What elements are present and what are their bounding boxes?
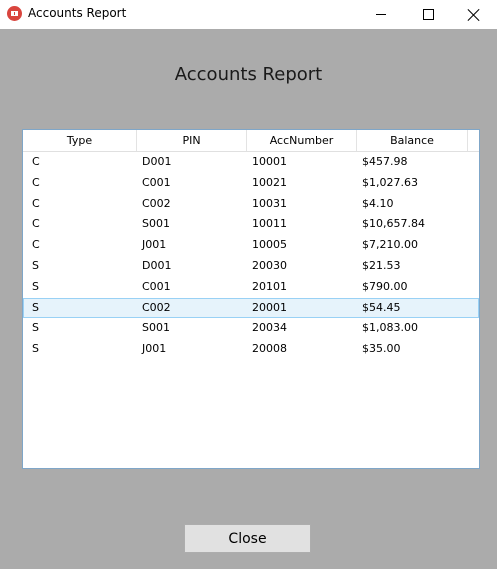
accounts-report-window: Accounts Report Accounts Report Type PIN… [0, 0, 497, 569]
column-header-type[interactable]: Type [23, 130, 137, 151]
cell-accnumber: 20034 [252, 321, 287, 335]
cell-balance: $54.45 [362, 300, 401, 314]
cell-accnumber: 20008 [252, 342, 287, 356]
table-row[interactable]: C J001 10005 $7,210.00 [23, 235, 479, 256]
cell-type: S [32, 321, 39, 335]
grid-rows: C D001 10001 $457.98 C C001 10021 $1,027.63 C C00… [23, 152, 479, 360]
cell-type: C [32, 196, 40, 210]
close-button[interactable]: Close [184, 524, 311, 553]
cell-balance: $21.53 [362, 258, 401, 272]
cell-accnumber: 10011 [252, 217, 287, 231]
table-row[interactable]: S C001 20101 $790.00 [23, 277, 479, 298]
maximize-button[interactable] [405, 0, 451, 29]
table-row[interactable]: C C001 10021 $1,027.63 [23, 173, 479, 194]
close-window-button[interactable] [451, 0, 497, 29]
cell-balance: $10,657.84 [362, 217, 425, 231]
cell-accnumber: 10021 [252, 175, 287, 189]
cell-balance: $4.10 [362, 196, 394, 210]
cell-accnumber: 10001 [252, 155, 287, 168]
cell-balance: $790.00 [362, 279, 408, 293]
cell-accnumber: 10031 [252, 196, 287, 210]
cell-balance: $35.00 [362, 342, 401, 356]
cell-pin: C002 [142, 300, 171, 314]
cell-type: S [32, 342, 39, 356]
cell-accnumber: 20101 [252, 279, 287, 293]
cell-pin: J001 [142, 238, 167, 252]
cell-pin: S001 [142, 321, 170, 335]
table-row[interactable]: C S001 10011 $10,657.84 [23, 214, 479, 235]
cell-balance: $7,210.00 [362, 238, 418, 252]
maximize-icon [422, 9, 434, 20]
cell-pin: S001 [142, 217, 170, 231]
cell-balance: $457.98 [362, 155, 408, 168]
cell-pin: C001 [142, 175, 171, 189]
table-row[interactable]: S C002 20001 $54.45 [23, 297, 479, 319]
cell-accnumber: 20030 [252, 258, 287, 272]
app-grid-icon [7, 6, 22, 21]
cell-type: S [32, 279, 39, 293]
accounts-grid[interactable]: Type PIN AccNumber Balance C D001 10001 $45… [22, 129, 480, 469]
minimize-button[interactable] [358, 0, 404, 29]
table-row[interactable]: C C002 10031 $4.10 [23, 194, 479, 215]
cell-pin: J001 [142, 342, 167, 356]
close-icon [468, 9, 480, 21]
cell-type: S [32, 258, 39, 272]
table-row[interactable]: S S001 20034 $1,083.00 [23, 318, 479, 339]
table-row[interactable]: S J001 20008 $35.00 [23, 339, 479, 360]
cell-pin: D001 [142, 258, 172, 272]
cell-accnumber: 20001 [252, 300, 287, 314]
cell-type: S [32, 300, 39, 314]
cell-balance: $1,083.00 [362, 321, 418, 335]
grid-header: Type PIN AccNumber Balance [23, 130, 479, 152]
cell-pin: C001 [142, 279, 171, 293]
table-row[interactable]: C D001 10001 $457.98 [23, 152, 479, 173]
column-header-pin[interactable]: PIN [137, 130, 247, 151]
report-title: Accounts Report [174, 64, 323, 85]
cell-type: C [32, 155, 40, 168]
cell-type: C [32, 217, 40, 231]
cell-type: C [32, 238, 40, 252]
column-header-balance[interactable]: Balance [357, 130, 468, 151]
title-bar: Accounts Report [0, 0, 497, 29]
minimize-icon [376, 14, 386, 15]
cell-accnumber: 10005 [252, 238, 287, 252]
cell-pin: C002 [142, 196, 171, 210]
cell-balance: $1,027.63 [362, 175, 418, 189]
table-row[interactable]: S D001 20030 $21.53 [23, 256, 479, 277]
cell-type: C [32, 175, 40, 189]
cell-pin: D001 [142, 155, 172, 168]
window-title: Accounts Report [28, 6, 127, 20]
column-header-accnumber[interactable]: AccNumber [247, 130, 357, 151]
